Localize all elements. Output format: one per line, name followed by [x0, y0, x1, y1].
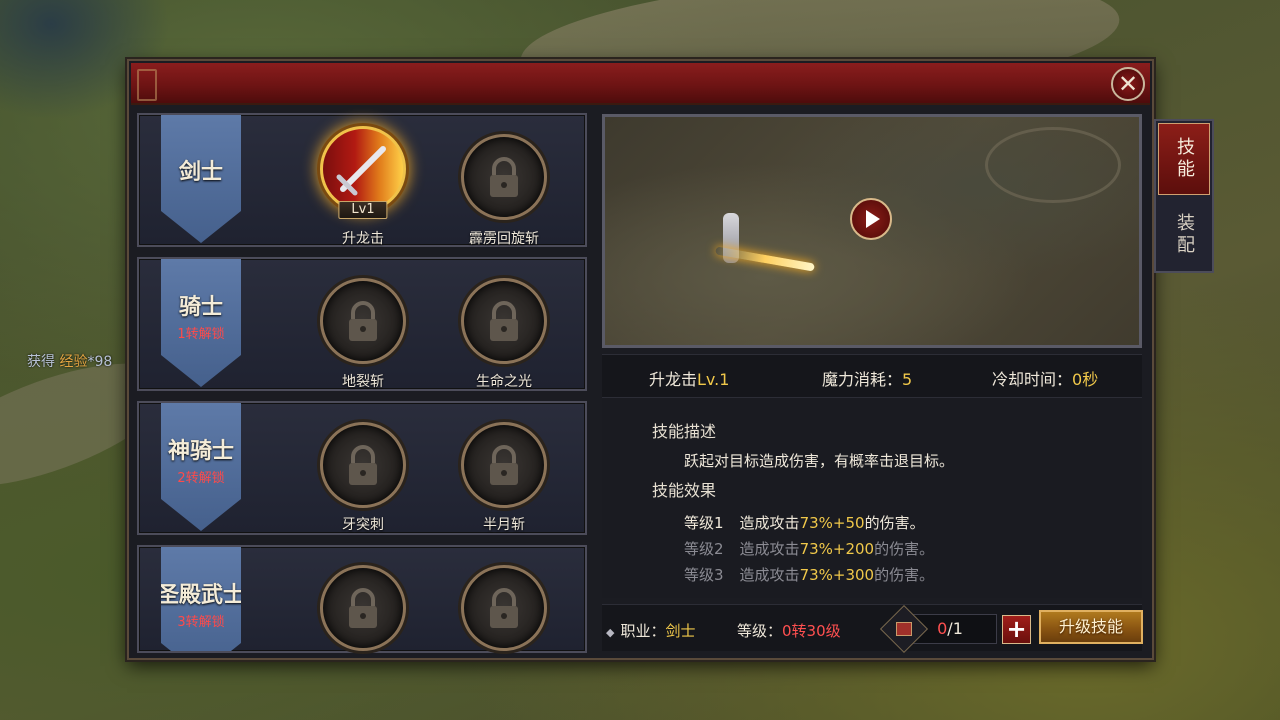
skill-level: Lv.1 — [697, 370, 730, 389]
skill-label: 半月斩 — [483, 517, 525, 533]
skill-label: 升龙击 — [342, 231, 384, 247]
skill-info-bar: 升龙击Lv.1 魔力消耗：5 冷却时间：0秒 — [602, 354, 1142, 398]
side-tabs: 技能 装配 — [1154, 119, 1214, 273]
class-banner: 剑士 — [161, 115, 241, 243]
close-icon: ✕ — [1117, 70, 1139, 98]
skill-slot-locked[interactable] — [320, 422, 406, 508]
mana-label: 魔力消耗： — [822, 370, 903, 389]
effect-line-3: 等级3 造成攻击73%+300的伤害。 — [684, 564, 934, 585]
cooldown: 冷却时间：0秒 — [992, 366, 1098, 390]
skill-slot-locked[interactable] — [461, 422, 547, 508]
desc-heading: 技能描述 — [652, 422, 717, 441]
skill-slot-locked[interactable] — [320, 565, 406, 651]
cooldown-value: 0秒 — [1072, 370, 1099, 389]
class-value: 剑士 — [665, 622, 696, 640]
class-unlock-text: 3转解锁 — [177, 614, 225, 630]
effect-line-2: 等级2 造成攻击73%+200的伤害。 — [684, 538, 934, 559]
level-label: 等级： — [737, 622, 783, 640]
effect-line-1: 等级1 造成攻击73%+50的伤害。 — [684, 512, 925, 533]
class-unlock-text: 2转解锁 — [177, 470, 225, 486]
diamond-icon: ◆ — [606, 626, 615, 639]
effect-prefix: 造成攻击 — [739, 540, 800, 558]
preview-stone-circle — [985, 127, 1121, 203]
skill-slot-locked[interactable] — [461, 278, 547, 364]
skill-label: 地裂斩 — [342, 374, 384, 390]
count-total: /1 — [947, 619, 963, 638]
effect-prefix: 造成攻击 — [739, 566, 800, 584]
cooldown-label: 冷却时间： — [992, 370, 1073, 389]
lock-icon — [490, 157, 518, 197]
class-name: 剑士 — [178, 159, 223, 185]
skill-slot-locked[interactable] — [461, 134, 547, 220]
effect-value: 73%+200 — [799, 540, 875, 558]
tab-skills[interactable]: 技能 — [1158, 123, 1210, 195]
skill-label: 霹雳回旋斩 — [469, 231, 539, 247]
effect-value: 73%+50 — [799, 514, 865, 532]
lock-icon — [349, 301, 377, 341]
xp-label: 经验 — [59, 354, 88, 370]
mana-cost: 魔力消耗：5 — [822, 366, 912, 390]
lock-icon — [490, 588, 518, 628]
effect-suffix: 的伤害。 — [864, 514, 925, 532]
effect-level: 等级2 — [684, 540, 724, 558]
close-button[interactable]: ✕ — [1111, 67, 1145, 101]
effect-prefix: 造成攻击 — [739, 514, 800, 532]
skill-label: 牙突刺 — [342, 517, 384, 533]
effect-suffix: 的伤害。 — [874, 540, 935, 558]
lock-icon — [490, 445, 518, 485]
add-skill-book-button[interactable]: + — [1002, 615, 1031, 644]
desc-text: 跃起对目标造成伤害，有概率击退目标。 — [684, 452, 955, 470]
skill-label: 生命之光 — [476, 374, 532, 390]
sword-icon — [336, 146, 386, 196]
upgrade-skill-button[interactable]: 升级技能 — [1039, 610, 1143, 644]
play-button[interactable] — [850, 198, 892, 240]
class-banner: 骑士 1转解锁 — [161, 259, 241, 387]
xp-gain-text: 获得 经验*98 — [27, 351, 112, 371]
lock-icon — [349, 445, 377, 485]
play-icon — [866, 210, 880, 228]
skill-name-level: 升龙击Lv.1 — [649, 366, 729, 390]
skill-description-panel: 技能描述 跃起对目标造成伤害，有概率击退目标。 技能效果 等级1 造成攻击73%+… — [602, 398, 1142, 598]
xp-prefix: 获得 — [27, 354, 55, 370]
class-banner: 圣殿武士 3转解锁 — [161, 547, 241, 651]
tab-equip[interactable]: 装配 — [1158, 199, 1210, 271]
effect-level: 等级3 — [684, 566, 724, 584]
xp-value: *98 — [87, 354, 113, 370]
skill-slot-locked[interactable] — [461, 565, 547, 651]
class-name: 圣殿武士 — [157, 581, 246, 608]
level-value: 0转30级 — [782, 622, 841, 640]
class-info: ◆ 职业：剑士 — [606, 620, 696, 641]
skill-level-badge: Lv1 — [338, 201, 388, 219]
level-info: 等级：0转30级 — [737, 620, 841, 641]
effect-heading: 技能效果 — [652, 481, 717, 500]
title-ornament — [137, 69, 157, 101]
lock-icon — [490, 301, 518, 341]
mana-value: 5 — [902, 370, 913, 389]
dialog-titlebar — [131, 63, 1150, 105]
lock-icon — [349, 588, 377, 628]
effect-level: 等级1 — [684, 514, 724, 532]
skill-slot-active[interactable]: Lv1 — [320, 126, 406, 219]
class-name: 神骑士 — [167, 437, 234, 464]
skill-name: 升龙击 — [649, 370, 698, 389]
class-unlock-text: 1转解锁 — [177, 326, 225, 342]
effect-value: 73%+300 — [799, 566, 875, 584]
class-banner: 神骑士 2转解锁 — [161, 403, 241, 531]
class-name: 骑士 — [178, 293, 223, 320]
class-label: 职业： — [620, 622, 666, 640]
skill-slot-locked[interactable] — [320, 278, 406, 364]
count-current: 0 — [937, 619, 948, 638]
effect-suffix: 的伤害。 — [874, 566, 935, 584]
